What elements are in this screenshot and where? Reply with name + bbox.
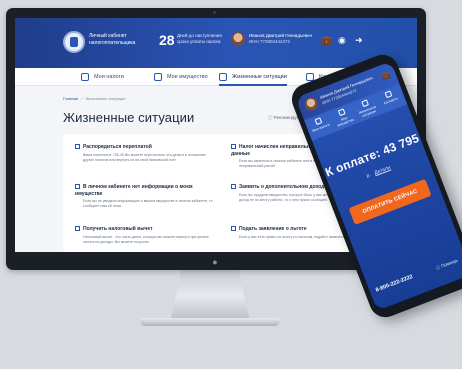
tab-label: Мои налоги bbox=[94, 74, 124, 80]
user-info[interactable]: Иванов Дмитрий Геннадьевич ИНН 772804444… bbox=[249, 33, 313, 45]
breadcrumb: Главная / Жизненные ситуации bbox=[63, 96, 125, 101]
desktop-header: Личный кабинет налогоплательщика 28 Дней… bbox=[15, 18, 417, 68]
card-no-property[interactable]: В личном кабинете нет информации о моем … bbox=[75, 184, 215, 209]
property-icon bbox=[154, 72, 162, 81]
fns-logo-icon[interactable] bbox=[63, 31, 85, 53]
briefcase-icon[interactable]: 💼 bbox=[381, 71, 392, 82]
hotline-number[interactable]: 8-800-222-2222 bbox=[375, 274, 414, 294]
breadcrumb-separator: / bbox=[81, 96, 83, 101]
pay-now-button[interactable]: ОПЛАТИТЬ СЕЙЧАС bbox=[348, 178, 432, 225]
document-icon bbox=[231, 226, 236, 232]
apple-logo-icon: ● bbox=[212, 257, 218, 267]
question-icon bbox=[75, 184, 80, 190]
card-title: Получить налоговый вычет bbox=[83, 226, 153, 232]
income-icon bbox=[231, 184, 236, 190]
tax-icon bbox=[81, 72, 89, 81]
avatar[interactable] bbox=[231, 32, 245, 46]
stage: ● Личный кабинет налогоплательщика 28 Дн… bbox=[0, 0, 462, 369]
tab-label: Мое имущество bbox=[167, 74, 208, 80]
phone-tab-my-taxes[interactable]: Мои налоги bbox=[306, 114, 333, 134]
monitor-stand-foot bbox=[140, 318, 280, 326]
tab-my-property[interactable]: Мое имущество bbox=[154, 68, 208, 86]
card-title: В личном кабинете нет информации о моем … bbox=[75, 184, 193, 197]
deduction-icon bbox=[75, 226, 80, 232]
help-link[interactable]: ⓘ Помощь bbox=[435, 258, 459, 272]
phone-tab-label: Жизненные ситуации bbox=[358, 104, 377, 119]
brand-title: Личный кабинет налогоплательщика bbox=[89, 33, 136, 46]
tab-label: Жизненные ситуации bbox=[232, 74, 287, 80]
tab-my-taxes[interactable]: Мои налоги bbox=[81, 68, 124, 86]
avatar[interactable] bbox=[302, 95, 320, 113]
warning-icon bbox=[231, 144, 236, 150]
card-text: Ваша переплата: 765,45 Вы можете перечис… bbox=[83, 152, 206, 162]
breadcrumb-current: Жизненные ситуации bbox=[85, 96, 126, 101]
card-title: Распорядиться переплатой bbox=[83, 144, 152, 150]
details-link[interactable]: Детали bbox=[374, 165, 392, 177]
tab-life-situations[interactable]: Жизненные ситуации bbox=[219, 68, 287, 86]
phone-tab-label: Мои налоги bbox=[311, 122, 331, 133]
days-counter: 28 bbox=[159, 32, 175, 48]
card-title: Заявить о дополнительном доходе bbox=[239, 184, 328, 190]
breadcrumb-home[interactable]: Главная bbox=[63, 96, 78, 101]
user-inn: ИНН 772804444372 bbox=[249, 39, 291, 44]
list-icon bbox=[361, 99, 369, 108]
contacts-icon bbox=[384, 90, 393, 99]
days-note: Дней до наступления срока уплаты налога bbox=[177, 33, 222, 44]
logout-icon[interactable]: ➜ bbox=[355, 36, 363, 45]
card-tax-deduction[interactable]: Получить налоговый вычет Налоговый вычет… bbox=[75, 226, 215, 245]
page-title: Жизненные ситуации bbox=[63, 110, 195, 125]
list-icon bbox=[219, 72, 227, 81]
card-text: Налоговый вычет - это часть денег, котор… bbox=[83, 234, 209, 244]
property-icon bbox=[337, 108, 346, 117]
card-title: Подать заявление о льготе bbox=[239, 226, 307, 232]
briefcase-icon[interactable]: 💼 bbox=[321, 36, 332, 45]
phone-tab-contacts[interactable]: Контакты bbox=[376, 87, 403, 107]
help-label: Помощь bbox=[440, 257, 459, 269]
webcam-dot bbox=[213, 11, 216, 14]
tax-icon bbox=[314, 117, 323, 126]
eye-icon[interactable]: ◉ bbox=[338, 36, 346, 45]
monitor-stand-neck bbox=[170, 270, 250, 322]
card-overpayment[interactable]: Распорядиться переплатой Ваша переплата:… bbox=[75, 144, 215, 163]
currency-label: р. bbox=[365, 172, 372, 180]
phone-tab-label: Мое имущество bbox=[336, 115, 355, 128]
overpayment-icon bbox=[75, 144, 80, 150]
card-text: Если вы не увидели информацию о вашем им… bbox=[83, 199, 213, 208]
